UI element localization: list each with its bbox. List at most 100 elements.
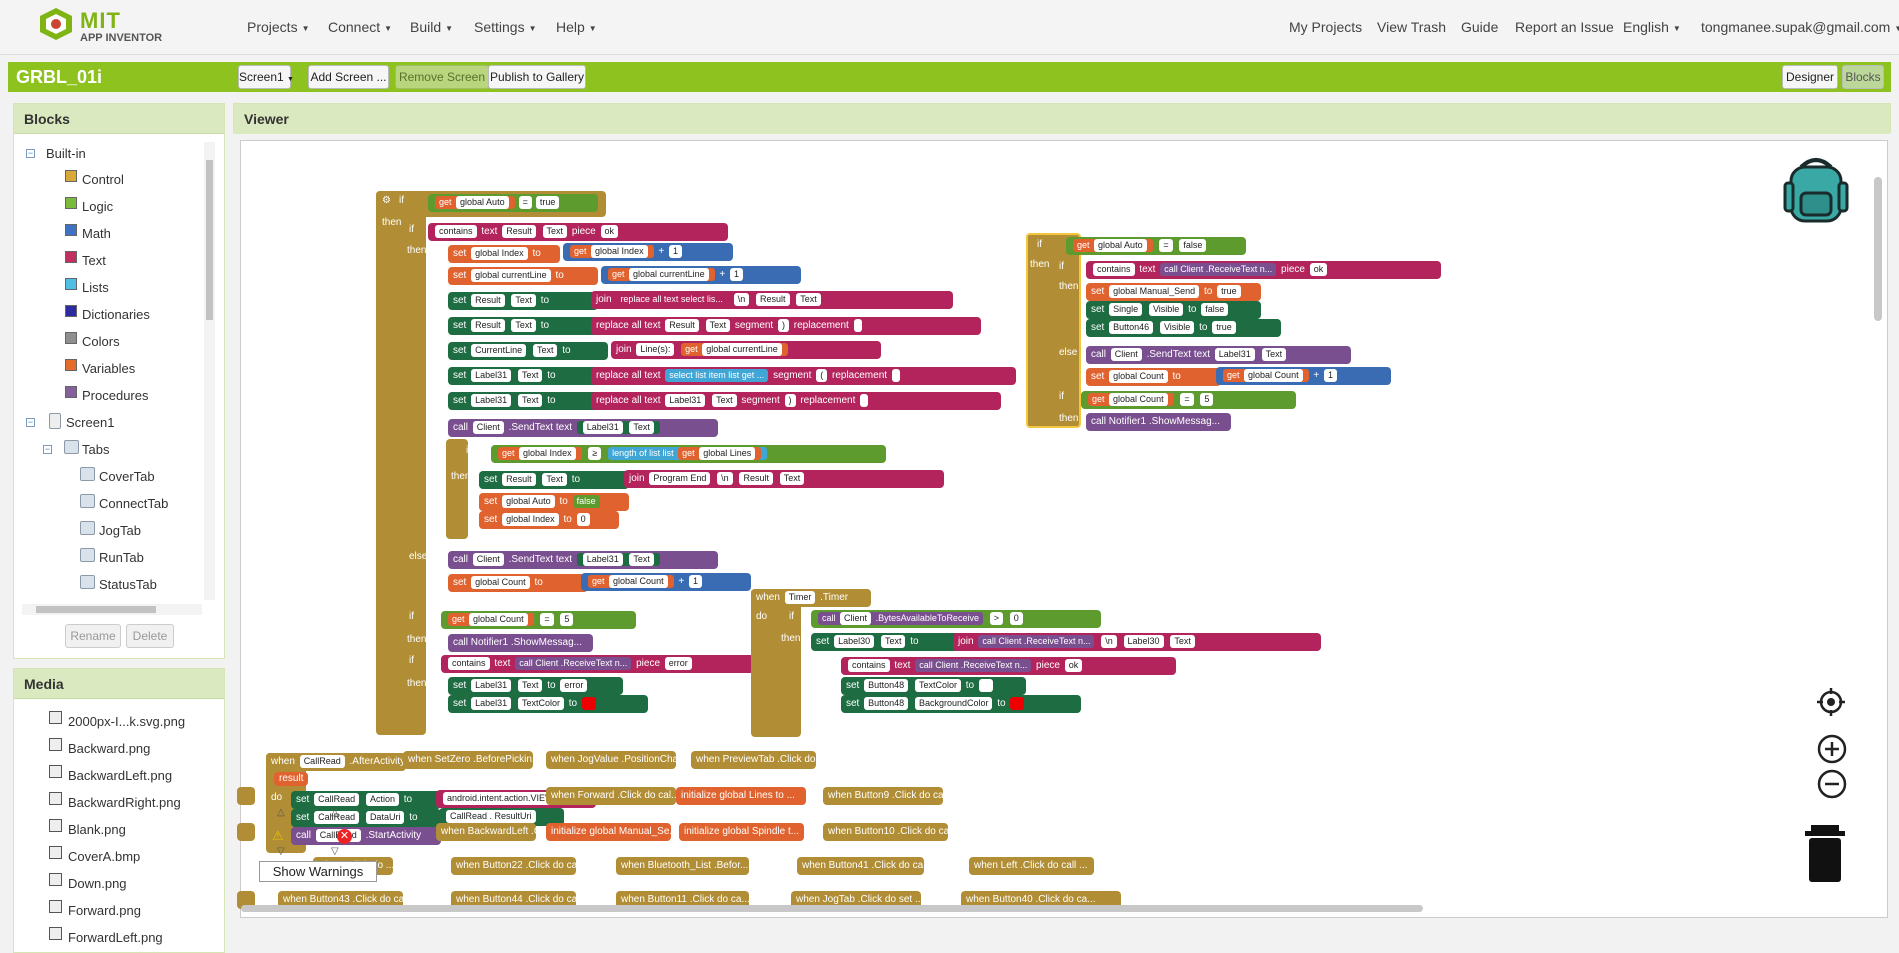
property-dropdown[interactable]: Text — [1261, 347, 1287, 361]
collapsed-block-edge[interactable] — [237, 787, 255, 805]
nav-language[interactable]: English ▼ — [1623, 19, 1681, 35]
tree-tabs[interactable]: Tabs — [82, 442, 109, 457]
collapsed-block[interactable]: when Forward .Click do cal... — [546, 787, 676, 805]
drawer-dictionaries[interactable]: Dictionaries — [82, 307, 150, 322]
call-startactivity-block[interactable]: call CallRead .StartActivity — [291, 827, 441, 845]
media-file[interactable]: Forward.png — [68, 903, 141, 918]
property-dropdown[interactable]: Text — [542, 472, 567, 486]
screen-select[interactable]: Screen1 ▼ — [238, 65, 294, 89]
add-screen-button[interactable]: Add Screen ... — [308, 65, 389, 89]
media-file[interactable]: BackwardRight.png — [68, 795, 181, 810]
component-dropdown[interactable]: Label31 — [471, 696, 512, 710]
var-dropdown[interactable]: global Count — [469, 612, 528, 626]
string-literal[interactable]: error — [664, 656, 692, 670]
collapsed-block[interactable]: when Button22 .Click do ca... — [451, 857, 576, 875]
tree-statustab[interactable]: StatusTab — [99, 577, 157, 592]
var-dropdown[interactable]: global Index — [502, 512, 559, 526]
string-literal[interactable]: android.intent.action.VIEW — [443, 791, 558, 805]
contains-dropdown[interactable]: contains — [448, 656, 490, 670]
workspace-horizontal-scrollbar[interactable] — [241, 905, 1423, 912]
var-dropdown[interactable]: global Count — [1109, 392, 1168, 406]
boolean-dropdown[interactable]: false — [1179, 238, 1207, 252]
number-literal[interactable]: 0 — [576, 512, 590, 526]
add-block[interactable]: get global Count + 1 — [1216, 367, 1391, 385]
collapsed-block[interactable]: when Button9 .Click do cal... — [823, 787, 943, 805]
collapsed-block[interactable]: when PreviewTab .Click do ... — [691, 751, 816, 769]
call-showmessage-block[interactable]: call Notifier1 .ShowMessag... — [1086, 413, 1231, 431]
tree-connecttab[interactable]: ConnectTab — [99, 496, 168, 511]
contains-dropdown[interactable]: contains — [435, 224, 477, 238]
string-literal[interactable] — [860, 393, 869, 407]
set-label30-text-block[interactable]: set Label30 Text to — [811, 633, 961, 651]
operator-dropdown[interactable]: = — [518, 195, 532, 209]
var-dropdown[interactable]: global Count — [1109, 369, 1168, 383]
blocks-workspace[interactable]: ⚙ if then get global Auto = true if then c… — [237, 140, 1888, 918]
nav-report-issue[interactable]: Report an Issue — [1515, 19, 1614, 35]
set-button48-textcolor-block[interactable]: set Button48 TextColor to — [841, 677, 1026, 695]
component-dropdown[interactable]: Button46 — [1109, 320, 1154, 334]
component-dropdown[interactable]: Result — [502, 224, 536, 238]
collapsed-block[interactable]: initialize global Lines to ... — [676, 787, 806, 805]
component-dropdown[interactable]: Label31 — [471, 678, 512, 692]
call-sendtext-block[interactable]: call Client .SendText text Label31 Text — [448, 419, 718, 437]
var-dropdown[interactable]: global Index — [519, 446, 576, 460]
set-manual-send-block[interactable]: set global Manual_Send to true — [1086, 283, 1261, 301]
join-block[interactable]: join replace all text select lis... \n R… — [591, 291, 953, 309]
compare-block[interactable]: call Client .BytesAvailableToReceive > 0 — [811, 610, 1101, 628]
set-callread-datauri-block[interactable]: set CallRead DataUri to — [291, 809, 441, 827]
operator-dropdown[interactable]: = — [540, 612, 554, 626]
nav-account[interactable]: tongmanee.supak@gmail.com ▼ — [1701, 19, 1899, 35]
collapsed-block[interactable]: when JogValue .PositionCha... — [546, 751, 676, 769]
component-dropdown[interactable]: Result — [665, 318, 699, 332]
set-label31-text-block[interactable]: set Label31 Text to — [448, 367, 598, 385]
boolean-dropdown[interactable]: true — [1217, 284, 1241, 298]
string-literal[interactable]: ok — [600, 224, 619, 238]
component-dropdown[interactable]: Label31 — [1214, 347, 1255, 361]
boolean-dropdown[interactable]: true — [1212, 320, 1236, 334]
property-dropdown[interactable]: BackgroundColor — [914, 696, 993, 710]
media-file[interactable]: Down.png — [68, 876, 127, 891]
component-dropdown[interactable]: Client — [472, 552, 504, 566]
remove-screen-button[interactable]: Remove Screen — [395, 65, 489, 89]
collapse-toggle-icon[interactable]: − — [43, 445, 52, 454]
drawer-math[interactable]: Math — [82, 226, 111, 241]
number-literal[interactable]: 1 — [688, 574, 702, 588]
set-button46-visible-block[interactable]: set Button46 Visible to true — [1086, 319, 1281, 337]
trash-icon[interactable] — [1803, 825, 1847, 886]
publish-gallery-button[interactable]: Publish to Gallery — [488, 65, 586, 89]
collapsed-block[interactable]: when BackwardLeft .Click d... — [436, 823, 536, 841]
property-getter[interactable]: CallRead . ResultUri — [446, 809, 536, 823]
add-block[interactable]: get global Count + 1 — [581, 573, 751, 591]
call-sendtext-block[interactable]: call Client .SendText text Label31 Text — [1086, 346, 1351, 364]
tree-vertical-scrollbar[interactable] — [204, 142, 215, 600]
component-dropdown[interactable]: CallRead — [299, 754, 345, 768]
component-dropdown[interactable]: Label31 — [665, 393, 706, 407]
add-block[interactable]: get global currentLine + 1 — [601, 266, 801, 284]
component-dropdown[interactable]: CallRead — [314, 792, 360, 806]
var-dropdown[interactable]: global Count — [609, 574, 668, 588]
component-dropdown[interactable]: Label31 — [582, 420, 623, 434]
component-dropdown[interactable]: Result — [502, 472, 536, 486]
error-icon[interactable]: ✕ — [337, 829, 352, 844]
nav-connect[interactable]: Connect ▼ — [328, 19, 392, 35]
rename-button[interactable]: Rename — [65, 624, 121, 648]
property-dropdown[interactable]: TextColor — [914, 678, 961, 692]
nav-view-trash[interactable]: View Trash — [1377, 19, 1446, 35]
compare-block[interactable]: get global Count = 5 — [1081, 391, 1296, 409]
component-dropdown[interactable]: Client — [1110, 347, 1142, 361]
media-file[interactable]: BackwardLeft.png — [68, 768, 172, 783]
component-dropdown[interactable]: Label31 — [471, 393, 512, 407]
contains-block[interactable]: contains text call Client .ReceiveText n… — [441, 655, 766, 673]
media-file[interactable]: Blank.png — [68, 822, 126, 837]
var-dropdown[interactable]: global Count — [471, 575, 530, 589]
zoom-in-icon[interactable] — [1817, 734, 1847, 767]
collapse-toggle-icon[interactable]: − — [26, 418, 35, 427]
component-dropdown[interactable]: Single — [1109, 302, 1143, 316]
color-white-swatch[interactable] — [978, 678, 993, 692]
var-dropdown[interactable]: global Auto — [456, 195, 509, 209]
set-result-text-block[interactable]: set Result Text to — [448, 292, 598, 310]
property-dropdown[interactable]: Text — [880, 634, 906, 648]
component-dropdown[interactable]: Button48 — [864, 696, 909, 710]
var-dropdown[interactable]: global Auto — [502, 494, 555, 508]
tree-runtab[interactable]: RunTab — [99, 550, 144, 565]
